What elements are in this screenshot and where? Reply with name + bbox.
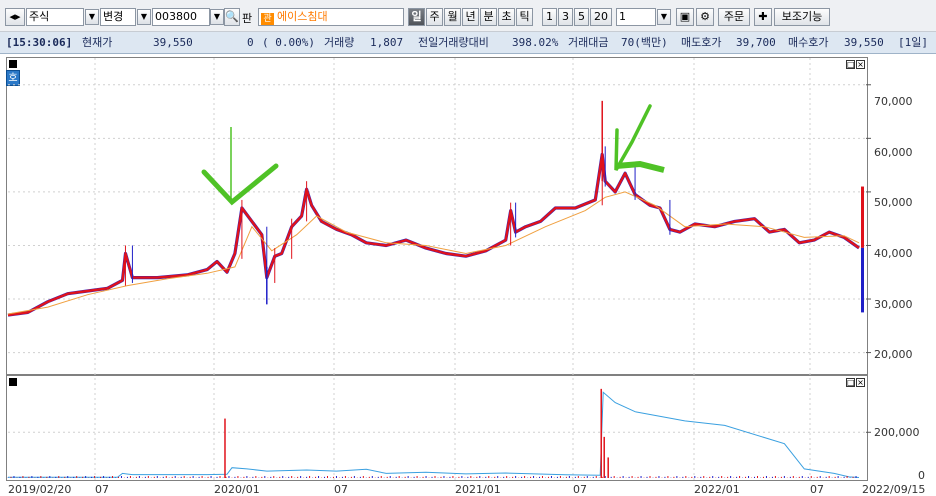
annotation-arrow-base (615, 160, 665, 173)
price-range-bar-up (861, 186, 864, 248)
price-series-shadow (7, 152, 860, 317)
price-series-line (7, 153, 860, 317)
price-range-bar-down (861, 247, 864, 313)
moving-average-line (7, 191, 860, 315)
annotation-check-mark (201, 163, 279, 206)
volume-ma-line (8, 391, 860, 478)
stock-chart-canvas (7, 58, 871, 480)
